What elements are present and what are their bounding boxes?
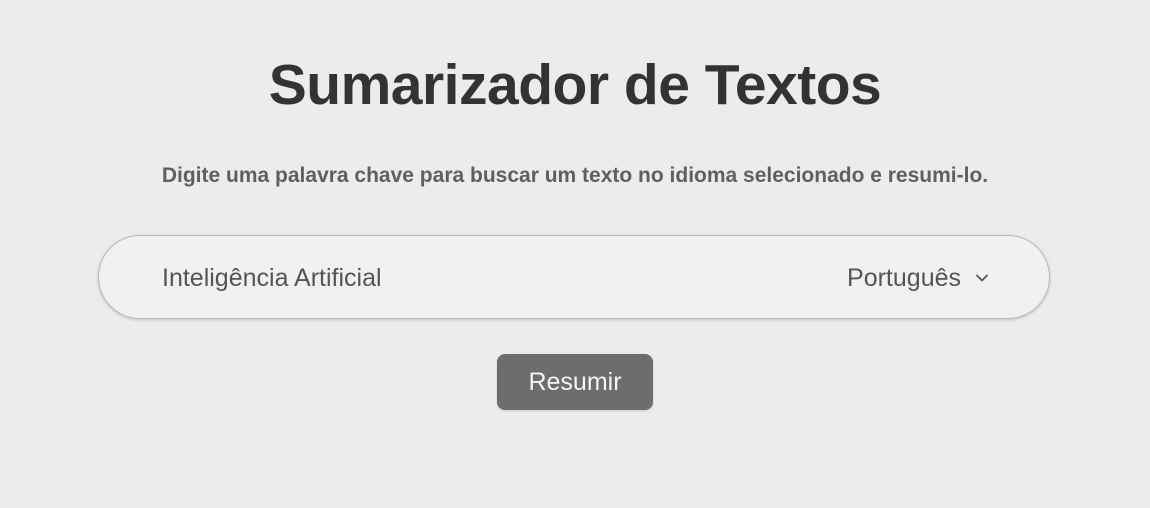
language-select-label: Português [847,263,961,292]
page: Sumarizador de Textos Digite uma palavra… [0,0,1150,508]
page-title: Sumarizador de Textos [268,53,882,117]
language-select[interactable]: Português [847,256,989,300]
search-bar: Português [98,235,1050,319]
chevron-down-icon [975,271,989,285]
summarize-button[interactable]: Resumir [497,354,653,410]
keyword-input[interactable] [162,256,722,300]
page-subtitle: Digite uma palavra chave para buscar um … [161,164,989,187]
